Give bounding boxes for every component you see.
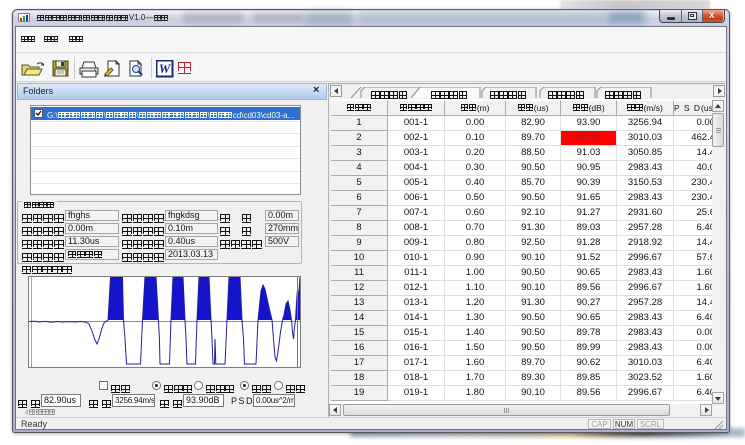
- svg-text:W: W: [159, 61, 172, 76]
